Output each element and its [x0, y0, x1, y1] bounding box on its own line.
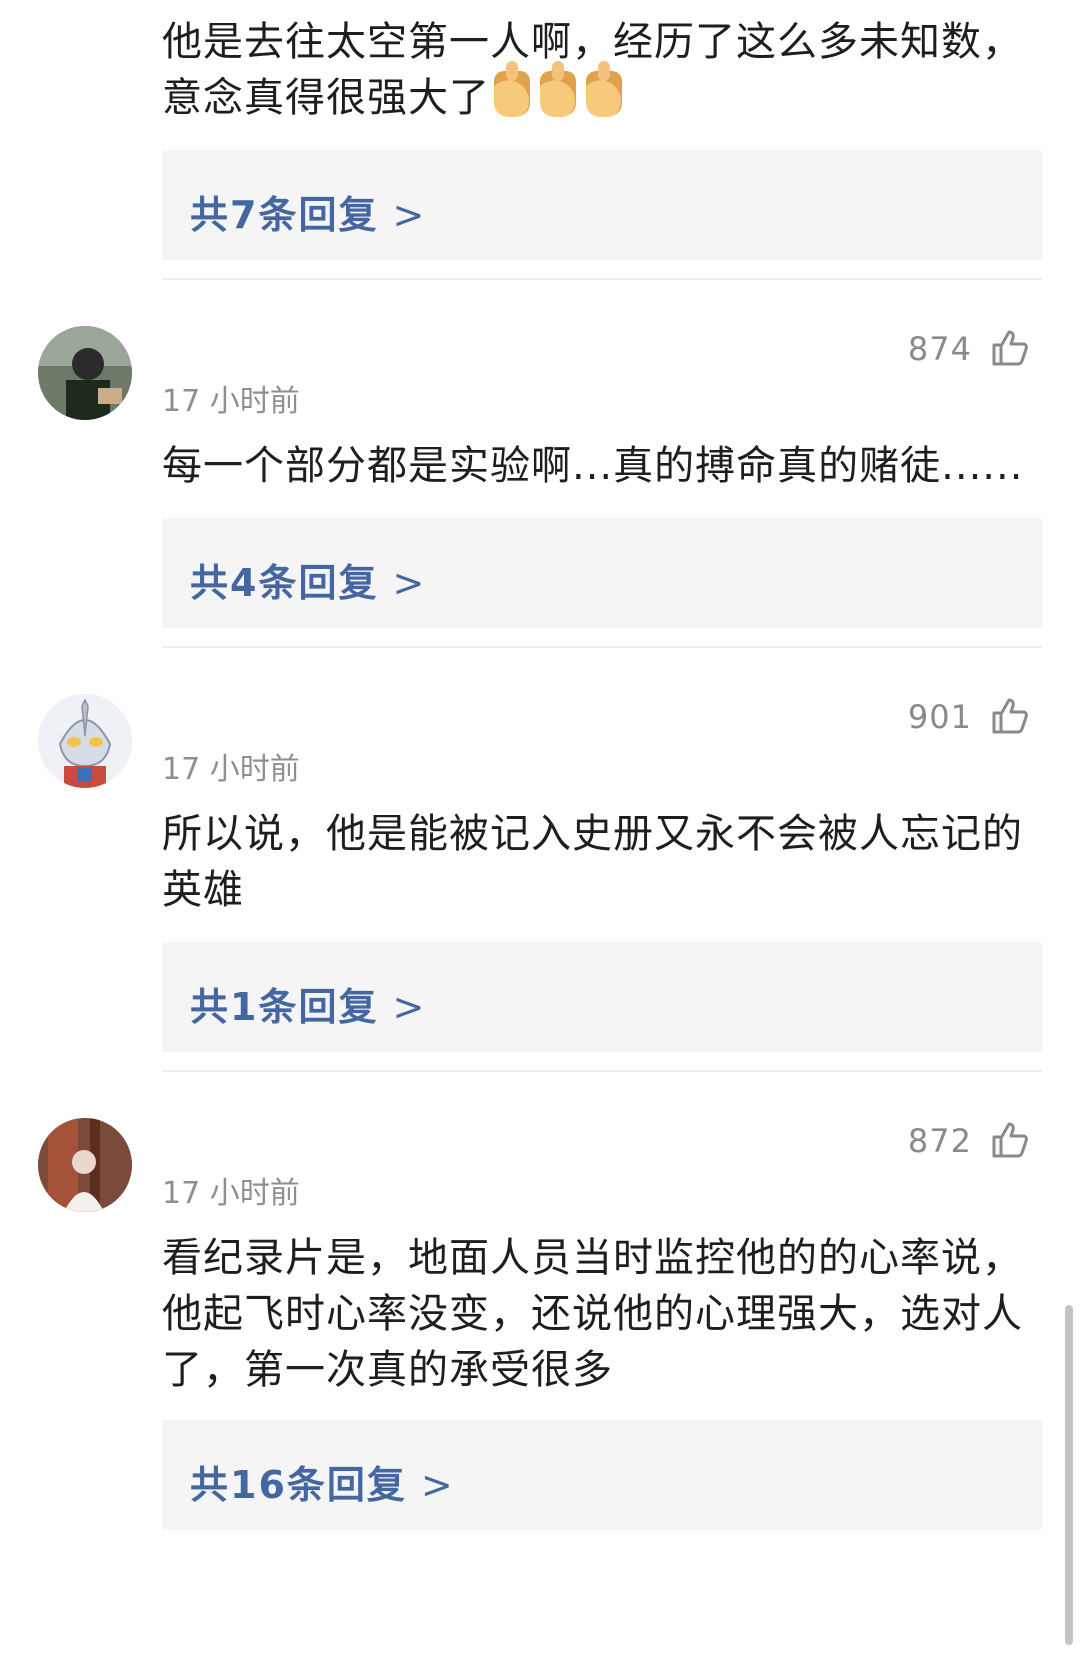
user-avatar[interactable] [38, 1118, 132, 1212]
chevron-right-icon: > [392, 561, 427, 605]
comment-time: 17 小时前 [162, 384, 300, 419]
like-thumb-icon[interactable] [990, 328, 1030, 368]
comment-text: 每一个部分都是实验啊...真的搏命真的赌徒...... [162, 443, 1024, 489]
chevron-right-icon: > [392, 193, 427, 237]
comment-text: 所以说，他是能被记入史册又永不会被人忘记的英雄 [162, 811, 1023, 913]
divider [162, 646, 1042, 648]
comment-text: 他是去往太空第一人啊，经历了这么多未知数，意念真得很强大了 [162, 14, 1042, 132]
comment-feed: 他是去往太空第一人啊，经历了这么多未知数，意念真得很强大了 共7条回复 > 874… [0, 0, 1080, 1660]
comment-time: 17 小时前 [162, 752, 300, 787]
thumbs-up-emoji [494, 61, 632, 132]
chevron-right-icon: > [392, 985, 427, 1029]
reply-box[interactable]: 共1条回复 > [162, 942, 1042, 1052]
comment-text: 看纪录片是，地面人员当时监控他的的心率说，他起飞时心率没变，还说他的心理强大，选… [162, 1235, 1023, 1393]
replies-count-label: 共4条回复 [190, 561, 379, 605]
replies-count-label: 共1条回复 [190, 985, 379, 1029]
reply-box[interactable]: 共16条回复 > [162, 1420, 1042, 1530]
like-count: 872 [907, 1122, 972, 1160]
view-replies-link[interactable]: 共16条回复 > [190, 1454, 455, 1509]
replies-count-label: 共7条回复 [190, 193, 379, 237]
reply-box[interactable]: 共4条回复 > [162, 518, 1042, 628]
like-thumb-icon[interactable] [990, 696, 1030, 736]
replies-count-label: 共16条回复 [190, 1463, 407, 1507]
like-count: 874 [907, 330, 972, 368]
scrollbar[interactable] [1065, 1305, 1073, 1645]
user-avatar[interactable] [38, 326, 132, 420]
like-thumb-icon[interactable] [990, 1120, 1030, 1160]
user-avatar[interactable] [38, 694, 132, 788]
comment-time: 17 小时前 [162, 1176, 300, 1211]
like-count: 901 [907, 698, 972, 736]
chevron-right-icon: > [420, 1463, 455, 1507]
divider [162, 1070, 1042, 1072]
view-replies-link[interactable]: 共1条回复 > [190, 976, 426, 1031]
view-replies-link[interactable]: 共7条回复 > [190, 184, 426, 239]
view-replies-link[interactable]: 共4条回复 > [190, 552, 426, 607]
divider [162, 278, 1042, 280]
reply-box[interactable]: 共7条回复 > [162, 150, 1042, 260]
